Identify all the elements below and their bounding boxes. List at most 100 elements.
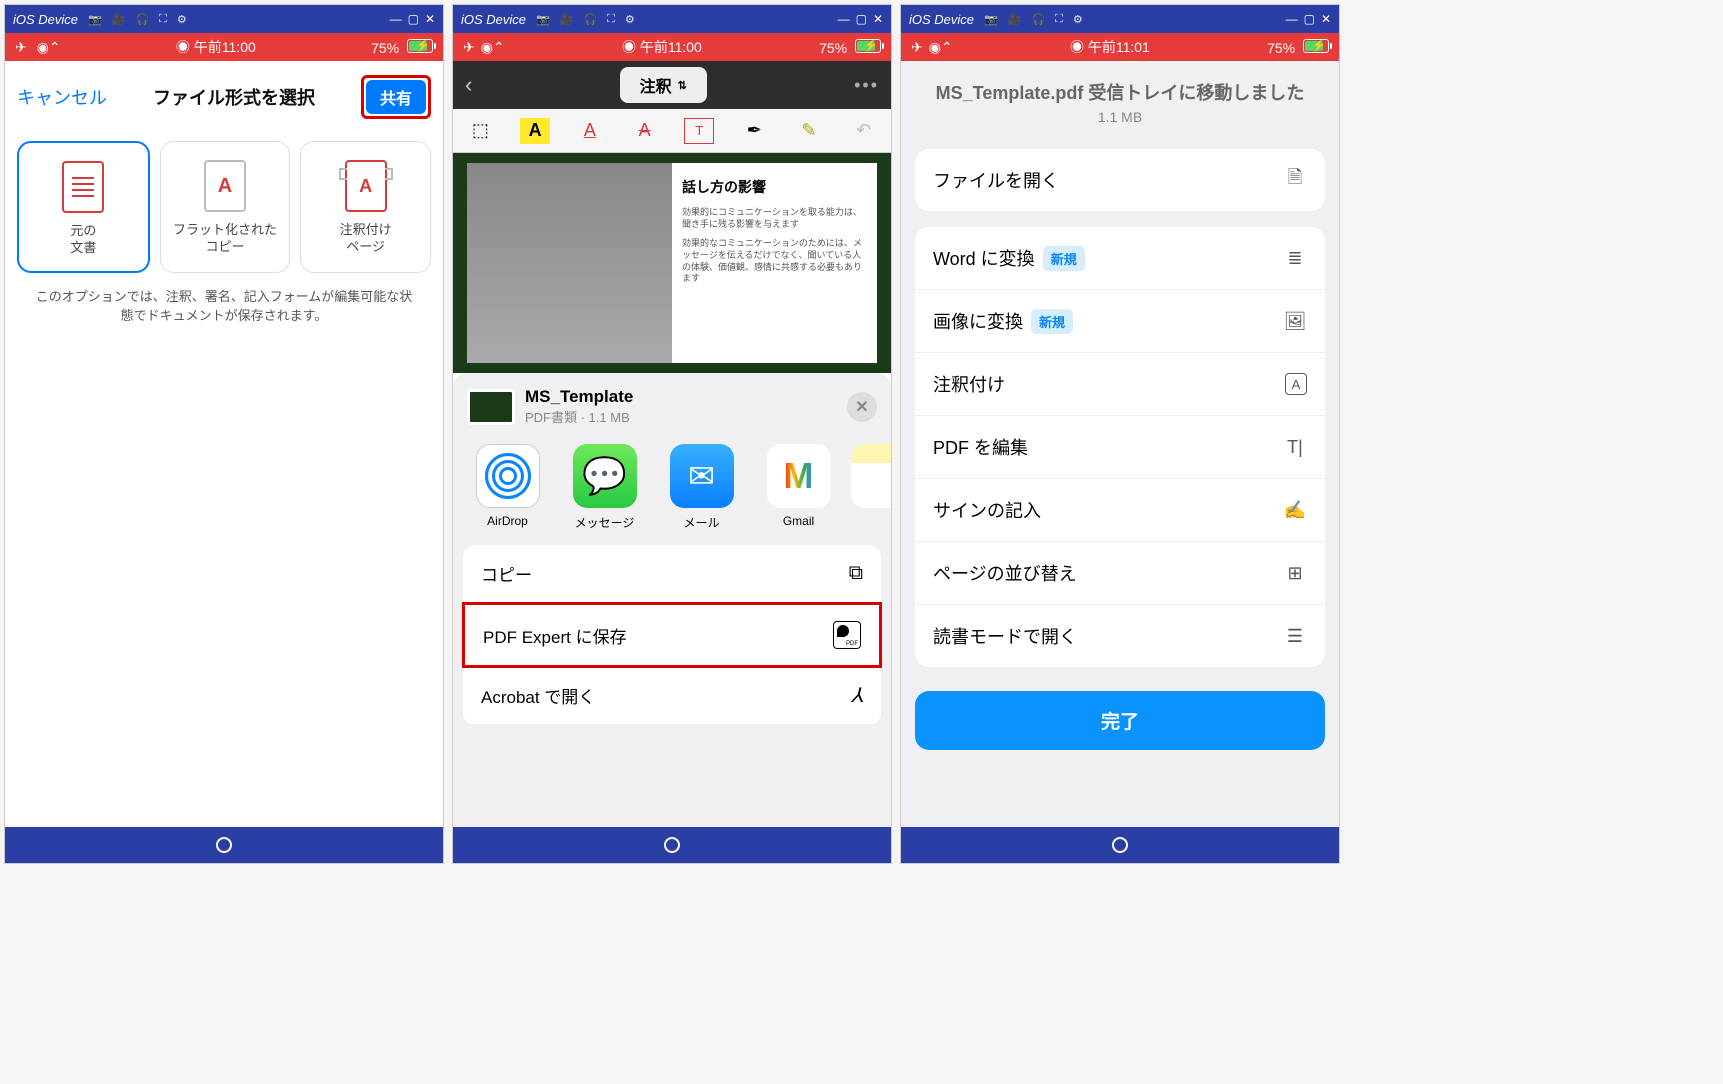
actions-card: Word に変換新規 ≣ 画像に変換新規 🖼 注釈付け A PDF を編集 T|… — [915, 227, 1325, 667]
gear-icon[interactable]: ⚙ — [625, 13, 635, 26]
screen1-navbar: キャンセル ファイル形式を選択 共有 — [5, 61, 443, 133]
mode-dropdown[interactable]: 注釈 ⇅ — [620, 67, 707, 103]
open-file-row[interactable]: ファイルを開く 🗎 — [915, 149, 1325, 211]
more-icon[interactable]: ••• — [854, 75, 879, 96]
home-icon[interactable] — [1112, 837, 1128, 853]
chevron-updown-icon: ⇅ — [678, 79, 687, 92]
slide-paragraph: 効果的にコミュニケーションを取る能力は、聞き手に残る影響を与えます — [682, 207, 867, 230]
row-edit[interactable]: PDF を編集 T| — [915, 415, 1325, 478]
badge-new: 新規 — [1043, 246, 1085, 271]
reader-icon: ☰ — [1283, 624, 1307, 648]
import-title: MS_Template.pdf 受信トレイに移動しました — [935, 79, 1305, 105]
battery-percent: 75% — [371, 40, 399, 56]
status-time: 午前11:01 — [1088, 39, 1150, 55]
pdfexpert-icon — [833, 621, 861, 649]
ios-status-bar: ✈◉⌃ ◉ 午前11:00 75% ⚡ — [453, 33, 891, 61]
action-label: Acrobat で開く — [481, 683, 595, 708]
maximize-icon[interactable]: ▢ — [856, 12, 867, 26]
wifi-icon: ◉⌃ — [929, 39, 953, 55]
app-mail[interactable]: ✉ メール — [657, 444, 746, 531]
marker-tool-icon[interactable]: ✎ — [794, 118, 824, 144]
highlight-tool-icon[interactable]: A — [520, 118, 550, 144]
minimize-icon[interactable]: — — [838, 12, 850, 26]
expand-icon[interactable]: ⛶ — [1055, 13, 1063, 26]
maximize-icon[interactable]: ▢ — [408, 12, 419, 26]
camera-icon[interactable]: 📷 — [984, 13, 998, 26]
strikethrough-tool-icon[interactable]: A — [630, 118, 660, 144]
option-label: 注釈付けページ — [340, 222, 392, 256]
annotation-toolbar: ⬚ A A A T ✒ ✎ ↶ — [453, 109, 891, 153]
emulator-navbar — [5, 827, 443, 863]
action-copy[interactable]: コピー ⧉ — [463, 545, 881, 603]
app-messages[interactable]: 💬 メッセージ — [560, 444, 649, 531]
gear-icon[interactable]: ⚙ — [1073, 13, 1083, 26]
option-annotated[interactable]: A 注釈付けページ — [300, 141, 431, 273]
share-highlight: 共有 — [361, 75, 431, 119]
emulator-titlebar: iOS Device 📷 🎥 🎧 ⛶ ⚙ — ▢ ✕ — [453, 5, 891, 33]
video-icon[interactable]: 🎥 — [560, 13, 574, 26]
share-sheet: MS_Template PDF書類 · 1.1 MB ✕ AirDrop 💬 メ… — [453, 373, 891, 827]
video-icon[interactable]: 🎥 — [112, 13, 126, 26]
file-thumbnail — [467, 389, 515, 425]
select-tool-icon[interactable]: ⬚ — [465, 118, 495, 144]
action-save-pdfexpert[interactable]: PDF Expert に保存 — [462, 602, 882, 668]
underline-tool-icon[interactable]: A — [575, 118, 605, 144]
airplane-icon: ✈ — [463, 39, 475, 55]
app-label: Gmail — [754, 514, 843, 528]
close-icon[interactable]: ✕ — [873, 12, 883, 26]
battery-percent: 75% — [819, 40, 847, 56]
phone-2: iOS Device 📷 🎥 🎧 ⛶ ⚙ — ▢ ✕ ✈◉⌃ ◉ 午前11:00… — [452, 4, 892, 864]
option-original[interactable]: 元の文書 — [17, 141, 150, 273]
mode-label: 注釈 — [640, 73, 672, 97]
close-icon[interactable]: ✕ — [425, 12, 435, 26]
wifi-icon: ◉⌃ — [37, 39, 61, 55]
emulator-titlebar: iOS Device 📷 🎥 🎧 ⛶ ⚙ — ▢ ✕ — [5, 5, 443, 33]
expand-icon[interactable]: ⛶ — [159, 13, 167, 26]
back-icon[interactable]: ‹ — [465, 72, 472, 98]
done-button[interactable]: 完了 — [915, 691, 1325, 750]
close-sheet-icon[interactable]: ✕ — [847, 392, 877, 422]
app-airdrop[interactable]: AirDrop — [463, 444, 552, 531]
camera-icon[interactable]: 📷 — [536, 13, 550, 26]
option-flattened[interactable]: A フラット化されたコピー — [160, 141, 291, 273]
document-preview[interactable]: 話し方の影響 効果的にコミュニケーションを取る能力は、聞き手に残る影響を与えます… — [453, 153, 891, 373]
app-notes[interactable] — [851, 444, 881, 531]
minimize-icon[interactable]: — — [1286, 12, 1298, 26]
battery-percent: 75% — [1267, 40, 1295, 56]
cancel-button[interactable]: キャンセル — [17, 84, 107, 110]
screen3-main: MS_Template.pdf 受信トレイに移動しました 1.1 MB ファイル… — [901, 61, 1339, 827]
share-button[interactable]: 共有 — [366, 80, 426, 114]
slide-image — [467, 163, 672, 363]
maximize-icon[interactable]: ▢ — [1304, 12, 1315, 26]
text-cursor-icon: T| — [1283, 435, 1307, 459]
row-reorder[interactable]: ページの並び替え ⊞ — [915, 541, 1325, 604]
row-word[interactable]: Word に変換新規 ≣ — [915, 227, 1325, 289]
row-image[interactable]: 画像に変換新規 🖼 — [915, 289, 1325, 352]
badge-new: 新規 — [1031, 309, 1073, 334]
action-open-acrobat[interactable]: Acrobat で開く ⅄ — [463, 667, 881, 725]
copy-icon: ⧉ — [849, 562, 863, 585]
lines-icon: ≣ — [1283, 246, 1307, 270]
undo-icon[interactable]: ↶ — [849, 118, 879, 144]
battery-icon: ⚡ — [855, 39, 881, 53]
row-sign[interactable]: サインの記入 ✍ — [915, 478, 1325, 541]
home-icon[interactable] — [216, 837, 232, 853]
close-icon[interactable]: ✕ — [1321, 12, 1331, 26]
headphones-icon[interactable]: 🎧 — [135, 13, 149, 26]
textbox-tool-icon[interactable]: T — [684, 118, 714, 144]
app-gmail[interactable]: M Gmail — [754, 444, 843, 531]
camera-icon[interactable]: 📷 — [88, 13, 102, 26]
home-icon[interactable] — [664, 837, 680, 853]
video-icon[interactable]: 🎥 — [1008, 13, 1022, 26]
pen-tool-icon[interactable]: ✒ — [739, 118, 769, 144]
row-reader[interactable]: 読書モードで開く ☰ — [915, 604, 1325, 667]
gear-icon[interactable]: ⚙ — [177, 13, 187, 26]
headphones-icon[interactable]: 🎧 — [1031, 13, 1045, 26]
gmail-icon: M — [767, 444, 831, 508]
expand-icon[interactable]: ⛶ — [607, 13, 615, 26]
minimize-icon[interactable]: — — [390, 12, 402, 26]
screen1-title: ファイル形式を選択 — [153, 84, 315, 110]
action-label: コピー — [481, 561, 532, 586]
row-annotate[interactable]: 注釈付け A — [915, 352, 1325, 415]
headphones-icon[interactable]: 🎧 — [583, 13, 597, 26]
